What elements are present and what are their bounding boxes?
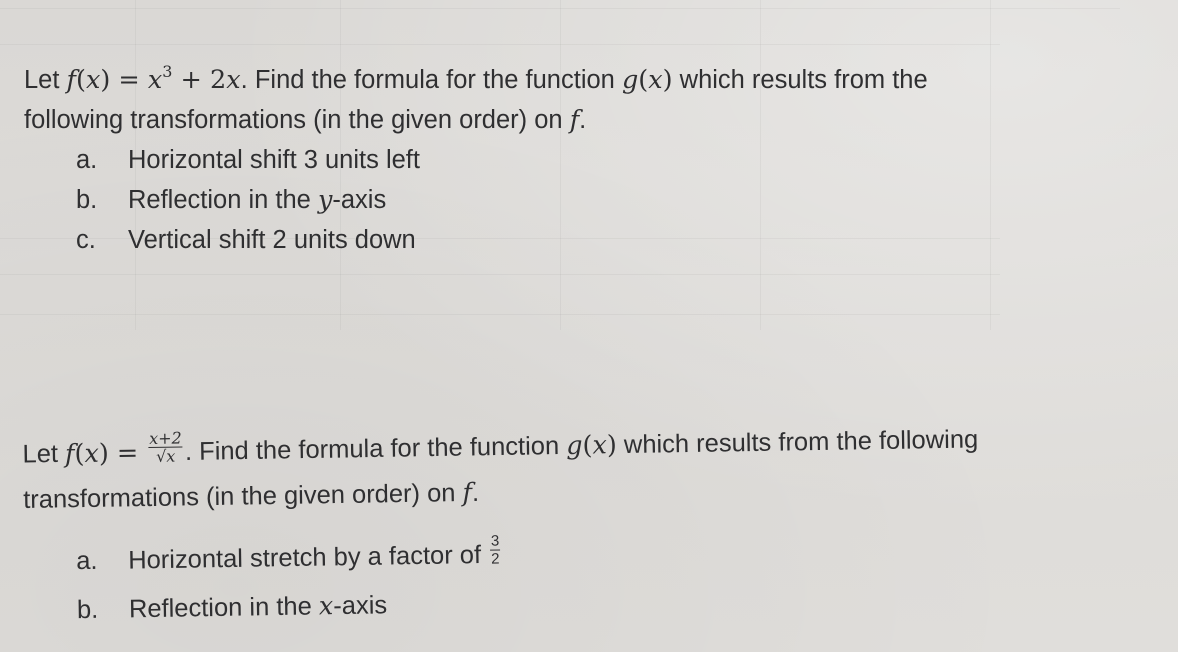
bleed-through-line (560, 0, 561, 330)
fraction: x+2 √x (148, 428, 183, 466)
list-marker: a. (76, 146, 98, 174)
fraction-denominator: √x (155, 446, 176, 466)
problem-1-statement-line-2: following transformations (in the given … (24, 105, 587, 135)
transformation-item: b. Reflection in the x-axis (76, 591, 388, 625)
let-text: Let (24, 66, 67, 94)
let-text: Let (22, 439, 66, 469)
list-marker: b. (76, 186, 98, 214)
list-marker: b. (76, 595, 99, 625)
fraction-numerator: x+2 (148, 428, 183, 449)
bleed-through-line (760, 0, 761, 330)
transformation-item: a. Horizontal shift 3 units left (76, 146, 420, 174)
square-root-icon: √ (155, 446, 167, 466)
list-marker: a. (75, 547, 98, 576)
stretch-factor-fraction: 32 (489, 532, 501, 568)
bleed-through-line (990, 0, 991, 330)
bleed-through-line (0, 44, 1000, 45)
function-definition: f(x) = x+2 √x (64, 428, 183, 469)
item-text: Horizontal shift 3 units left (128, 146, 420, 174)
transformation-item: b. Reflection in the y-axis (76, 185, 387, 215)
axis-variable: y (317, 185, 333, 215)
transformation-item: c. Vertical shift 2 units down (76, 226, 416, 254)
function-definition: f(x) = x3 + 2x (66, 62, 241, 95)
target-function: g(x) (621, 65, 673, 95)
bleed-through-line (0, 314, 1000, 315)
problem-1-statement-line-1: Let f(x) = x3 + 2x. Find the formula for… (24, 62, 928, 95)
list-marker: c. (76, 226, 96, 254)
bleed-through-line (0, 274, 1000, 275)
item-text: Horizontal stretch by a factor of (127, 540, 489, 575)
axis-variable: x (318, 591, 334, 622)
transformation-item: a. Horizontal stretch by a factor of 32 (75, 532, 503, 580)
target-function: g(x) (565, 430, 618, 461)
item-text: Vertical shift 2 units down (128, 226, 416, 254)
